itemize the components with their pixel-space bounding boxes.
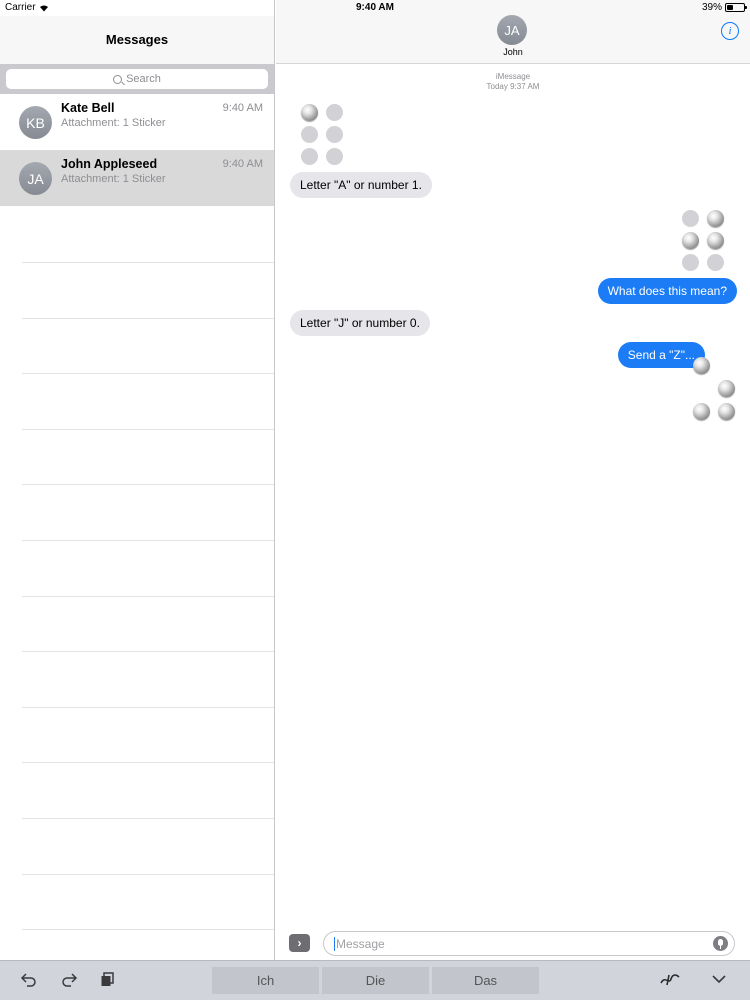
message-bubble-outgoing[interactable]: What does this mean? — [597, 278, 737, 304]
search-placeholder: Search — [126, 73, 161, 85]
message-input[interactable]: Message — [323, 931, 735, 956]
row-separator — [22, 373, 274, 374]
contact-name-header[interactable]: John — [276, 47, 750, 57]
service-label: iMessage — [495, 72, 531, 81]
row-separator — [22, 429, 274, 430]
dismiss-keyboard-icon[interactable] — [711, 973, 727, 985]
microphone-icon[interactable] — [713, 936, 728, 951]
message-bubble-incoming[interactable]: Letter "J" or number 0. — [290, 310, 430, 336]
message-placeholder: Message — [336, 936, 385, 951]
contact-avatar[interactable]: JA — [497, 15, 527, 45]
message-bubble-outgoing[interactable]: Send a "Z"... — [617, 342, 705, 368]
search-input[interactable]: Search — [6, 69, 268, 89]
row-separator — [22, 262, 274, 263]
row-separator — [22, 707, 274, 708]
battery-percent: 39% — [701, 2, 722, 13]
row-separator — [22, 874, 274, 875]
battery-indicator: 39% — [701, 2, 747, 13]
sidebar-header: Messages — [0, 16, 274, 64]
compose-bar: › Message — [276, 922, 750, 962]
text-caret — [334, 936, 335, 951]
contact-name: Kate Bell — [61, 101, 115, 115]
battery-icon — [725, 3, 747, 12]
row-separator — [22, 318, 274, 319]
braille-dot-flat — [301, 126, 318, 143]
info-icon[interactable]: i — [721, 22, 739, 40]
prediction-2[interactable]: Die — [322, 967, 429, 994]
message-timestamp-header: iMessage Today 9:37 AM — [276, 72, 750, 92]
braille-dot-raised — [693, 357, 710, 374]
status-time: 9:40 AM — [356, 2, 394, 13]
battery-fill — [727, 5, 733, 10]
braille-dot-raised — [707, 210, 724, 227]
search-icon — [113, 74, 123, 84]
braille-dot-flat — [682, 254, 699, 271]
row-separator — [22, 929, 274, 930]
braille-dot-raised — [693, 403, 710, 420]
row-separator — [22, 484, 274, 485]
braille-dot-flat — [326, 104, 343, 121]
braille-dot-flat — [326, 126, 343, 143]
contact-name: John Appleseed — [61, 157, 158, 171]
message-bubble-incoming[interactable]: Letter "A" or number 1. — [290, 172, 432, 198]
row-separator — [22, 818, 274, 819]
braille-dot-raised — [682, 232, 699, 249]
avatar: KB — [19, 106, 52, 139]
braille-dot-raised — [301, 104, 318, 121]
row-separator — [22, 596, 274, 597]
braille-dot-flat — [682, 210, 699, 227]
row-separator — [22, 762, 274, 763]
braille-dot-flat — [301, 148, 318, 165]
keyboard-shortcut-bar: Ich Die Das — [0, 960, 750, 1000]
prediction-3[interactable]: Das — [432, 967, 539, 994]
prediction-1[interactable]: Ich — [212, 967, 319, 994]
conversation-item-john-appleseed[interactable]: JA John Appleseed 9:40 AM Attachment: 1 … — [0, 150, 274, 206]
conversation-item-kate-bell[interactable]: KB Kate Bell 9:40 AM Attachment: 1 Stick… — [0, 94, 274, 150]
braille-dot-raised — [707, 232, 724, 249]
search-bar: Search — [0, 64, 274, 94]
handwriting-icon[interactable] — [659, 971, 681, 987]
conversation-time: 9:40 AM — [222, 102, 263, 114]
conversation-preview: Attachment: 1 Sticker — [61, 173, 166, 185]
conversation-list-panel: Messages Search KB Kate Bell 9:40 AM Att… — [0, 0, 275, 960]
undo-icon[interactable] — [20, 971, 38, 987]
paste-icon[interactable] — [100, 971, 116, 987]
conversation-preview: Attachment: 1 Sticker — [61, 117, 166, 129]
braille-dot-raised — [718, 403, 735, 420]
braille-dot-raised — [718, 380, 735, 397]
braille-dot-flat — [707, 254, 724, 271]
conversation-time: 9:40 AM — [222, 158, 263, 170]
timestamp-label: Today 9:37 AM — [486, 82, 540, 91]
sidebar-title: Messages — [105, 32, 169, 47]
avatar: JA — [19, 162, 52, 195]
braille-dot-flat — [326, 148, 343, 165]
messages-app: Carrier 9:40 AM 39% Messages Search KB K… — [0, 0, 750, 1000]
row-separator — [22, 651, 274, 652]
redo-icon[interactable] — [60, 971, 78, 987]
row-separator — [22, 540, 274, 541]
status-bar: Carrier 9:40 AM 39% — [0, 0, 750, 16]
expand-icon[interactable]: › — [289, 934, 310, 952]
